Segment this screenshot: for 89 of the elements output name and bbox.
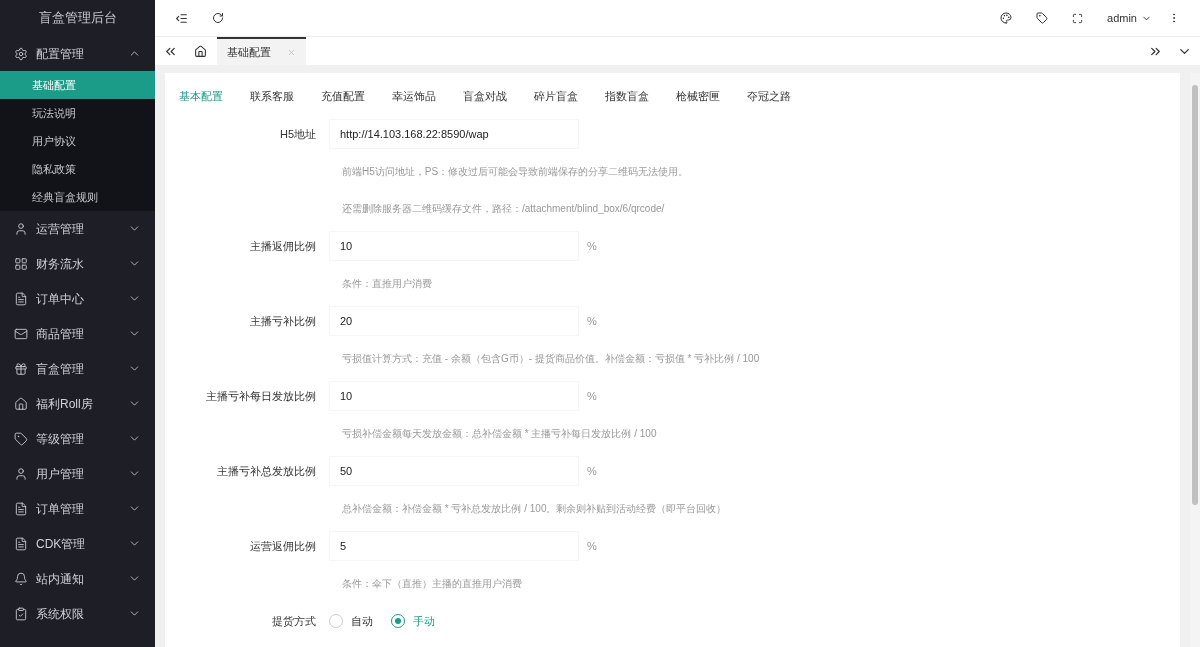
input-field[interactable]: 20 xyxy=(329,306,579,337)
config-tab[interactable]: 指数盲盒 xyxy=(605,87,649,105)
unit-label: % xyxy=(587,314,597,329)
config-tab[interactable]: 枪械密匣 xyxy=(676,87,720,105)
sidebar-item[interactable]: 订单管理 xyxy=(0,491,155,526)
help-text: 条件：伞下（直推）主播的直推用户消费 xyxy=(342,577,522,592)
mail-icon xyxy=(14,326,28,341)
document-icon xyxy=(14,501,28,516)
submenu-item[interactable]: 经典盲盒规则 xyxy=(0,183,155,211)
sidebar-item[interactable]: 站内通知 xyxy=(0,561,155,596)
sidebar-label: 福利Roll房 xyxy=(36,395,94,413)
sidebar-label: CDK管理 xyxy=(36,535,87,553)
config-tab[interactable]: 联系客服 xyxy=(250,87,294,105)
field-label: H5地址 xyxy=(278,126,317,142)
page-tab[interactable]: 基础配置 xyxy=(217,37,306,65)
help-text: 总补偿金额：补偿金额 * 亏补总发放比例 / 100。剩余则补贴到活动经费（即平台回收） xyxy=(342,502,727,517)
submenu-item[interactable]: 用户协议 xyxy=(0,127,155,155)
help-text: 亏损补偿金额每天发放金额：总补偿金额 * 主播亏补每日发放比例 / 100 xyxy=(342,427,657,442)
sidebar-item[interactable]: 盲盒管理 xyxy=(0,351,155,386)
input-field[interactable]: 50 xyxy=(329,456,579,487)
submenu-item[interactable]: 隐私政策 xyxy=(0,155,155,183)
menu-icon[interactable] xyxy=(175,11,188,25)
sidebar-label: 用户管理 xyxy=(36,465,85,483)
bell-icon xyxy=(14,571,28,586)
palette-icon[interactable] xyxy=(1000,12,1013,24)
submenu-item[interactable]: 玩法说明 xyxy=(0,99,155,127)
sidebar-label: 订单中心 xyxy=(36,290,85,308)
sidebar-item[interactable]: 系统权限 xyxy=(0,596,155,631)
gift-icon xyxy=(14,361,28,376)
home-icon[interactable] xyxy=(194,44,207,58)
sidebar-item[interactable]: CDK管理 xyxy=(0,526,155,561)
input-field[interactable]: 10 xyxy=(329,381,579,412)
sidebar-item[interactable]: 订单中心 xyxy=(0,281,155,316)
sidebar-item[interactable]: 福利Roll房 xyxy=(0,386,155,421)
unit-label: % xyxy=(587,239,597,254)
sidebar-label: 商品管理 xyxy=(36,325,85,343)
help-text: 条件：直推用户消费 xyxy=(342,277,432,292)
tag-icon[interactable] xyxy=(1036,12,1049,24)
tab-label: 基础配置 xyxy=(227,44,271,60)
help-text: 还需删除服务器二维码缓存文件，路径：/attachment/blind_box/6/qrcode/ xyxy=(342,202,665,217)
radio-option[interactable]: 手动 xyxy=(391,613,435,630)
input-field[interactable]: 5 xyxy=(329,531,579,562)
config-tab[interactable]: 夺冠之路 xyxy=(747,87,791,105)
config-tab[interactable]: 碎片盲盒 xyxy=(534,87,578,105)
sidebar-label: 盲盒管理 xyxy=(36,360,85,378)
sidebar-item[interactable]: 配置管理 xyxy=(0,36,155,71)
fullscreen-icon[interactable] xyxy=(1072,12,1084,24)
unit-label: % xyxy=(587,464,597,479)
help-text: 前端H5访问地址，PS：修改过后可能会导致前端保存的分享二维码无法使用。 xyxy=(342,164,689,179)
unit-label: % xyxy=(587,389,597,404)
sidebar-label: 系统权限 xyxy=(36,605,85,623)
config-tab[interactable]: 盲盒对战 xyxy=(463,87,507,105)
sidebar-label: 订单管理 xyxy=(36,500,85,518)
document-icon xyxy=(14,291,28,306)
sidebar-label: 站内通知 xyxy=(36,570,85,588)
field-label: 主播亏补比例 xyxy=(249,314,317,329)
sidebar-label: 财务流水 xyxy=(36,255,85,273)
field-label: 主播亏补总发放比例 xyxy=(216,464,317,479)
user-icon xyxy=(14,221,28,236)
sidebar-label: 等级管理 xyxy=(36,430,85,448)
sidebar-item[interactable]: 运营管理 xyxy=(0,211,155,246)
sidebar-item[interactable]: 财务流水 xyxy=(0,246,155,281)
sidebar-label: 运营管理 xyxy=(36,220,85,238)
field-label: 主播返佣比例 xyxy=(249,239,317,254)
config-tab[interactable]: 幸运饰品 xyxy=(392,87,436,105)
sidebar-title: 盲盒管理后台 xyxy=(37,9,118,28)
sidebar-item[interactable]: 等级管理 xyxy=(0,421,155,456)
unit-label: % xyxy=(587,539,597,554)
config-tab[interactable]: 充值配置 xyxy=(321,87,365,105)
sidebar-item[interactable]: 用户管理 xyxy=(0,456,155,491)
house-icon xyxy=(14,396,28,411)
grid-icon xyxy=(14,256,28,271)
settings-icon xyxy=(14,46,28,61)
user-menu[interactable]: admin xyxy=(1107,9,1152,27)
help-text: 亏损值计算方式：充值 - 余额（包含G币）- 提货商品价值。补偿金额：亏损值 * 亏补比例 / 100 xyxy=(342,352,760,367)
refresh-icon[interactable] xyxy=(212,12,224,24)
tag-icon xyxy=(14,431,28,446)
input-field[interactable]: 10 xyxy=(329,231,579,262)
user-icon xyxy=(14,466,28,481)
document-icon xyxy=(14,536,28,551)
field-label: 运营返佣比例 xyxy=(249,539,317,554)
sidebar-label: 配置管理 xyxy=(36,45,85,63)
field-label: 主播亏补每日发放比例 xyxy=(205,389,317,404)
input-field[interactable]: http://14.103.168.22:8590/wap xyxy=(329,118,579,149)
field-label: 提货方式 xyxy=(271,614,317,629)
sidebar-item[interactable]: 商品管理 xyxy=(0,316,155,351)
config-tab[interactable]: 基本配置 xyxy=(179,87,223,105)
clipboard-icon xyxy=(14,606,28,621)
radio-option[interactable]: 自动 xyxy=(329,613,373,630)
